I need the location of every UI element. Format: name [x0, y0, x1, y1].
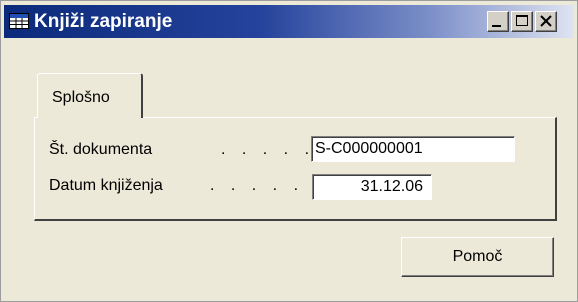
minimize-icon	[492, 25, 501, 27]
maximize-icon	[516, 15, 528, 26]
help-button[interactable]: Pomoč	[401, 237, 554, 277]
close-icon	[540, 15, 552, 27]
post-closing-window: Knjiži zapiranje Splošno Št. dokumenta .…	[0, 0, 578, 302]
posting-date-leader-dots: . . . . .	[210, 177, 305, 194]
posting-date-label: Datum knjiženja	[49, 177, 163, 194]
title-bar[interactable]: Knjiži zapiranje	[4, 5, 574, 38]
document-no-leader-dots: . . . . .	[221, 141, 316, 158]
minimize-button[interactable]	[487, 11, 509, 32]
document-no-field[interactable]: S-C000000001	[311, 136, 515, 162]
maximize-button[interactable]	[511, 11, 533, 32]
general-panel	[34, 117, 557, 221]
tab-general[interactable]: Splošno	[37, 73, 143, 118]
document-no-label: Št. dokumenta	[49, 141, 153, 158]
posting-date-field[interactable]: 31.12.06	[312, 174, 432, 200]
table-window-icon	[9, 13, 29, 29]
close-button[interactable]	[535, 11, 557, 32]
tab-general-label: Splošno	[52, 89, 110, 106]
window-title: Knjiži zapiranje	[34, 11, 173, 32]
